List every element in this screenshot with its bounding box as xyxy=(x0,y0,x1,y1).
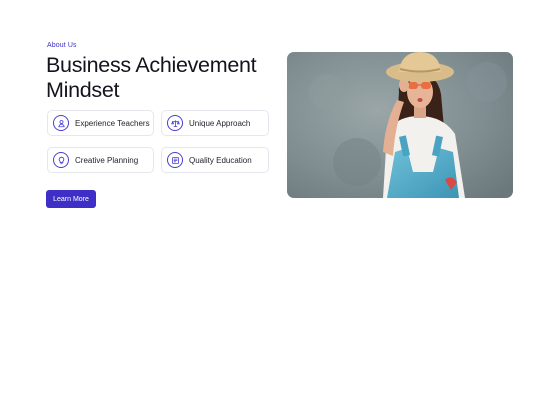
section-eyebrow: About Us xyxy=(47,42,77,49)
feature-card-experience-teachers: Experience Teachers xyxy=(47,110,154,136)
section-title: Business Achievement Mindset xyxy=(46,53,257,102)
newspaper-icon xyxy=(167,152,183,168)
feature-label: Unique Approach xyxy=(189,118,251,128)
feature-label: Creative Planning xyxy=(75,155,139,165)
feature-label: Quality Education xyxy=(189,155,252,165)
feature-card-quality-education: Quality Education xyxy=(161,147,269,173)
learn-more-button[interactable]: Learn More xyxy=(46,190,96,208)
user-icon xyxy=(53,115,69,131)
lightbulb-icon xyxy=(53,152,69,168)
scale-icon xyxy=(167,115,183,131)
hero-photo xyxy=(287,52,513,198)
about-section: About Us Business Achievement Mindset Ex… xyxy=(0,0,560,400)
feature-label: Experience Teachers xyxy=(75,118,150,128)
feature-card-unique-approach: Unique Approach xyxy=(161,110,269,136)
feature-card-creative-planning: Creative Planning xyxy=(47,147,154,173)
